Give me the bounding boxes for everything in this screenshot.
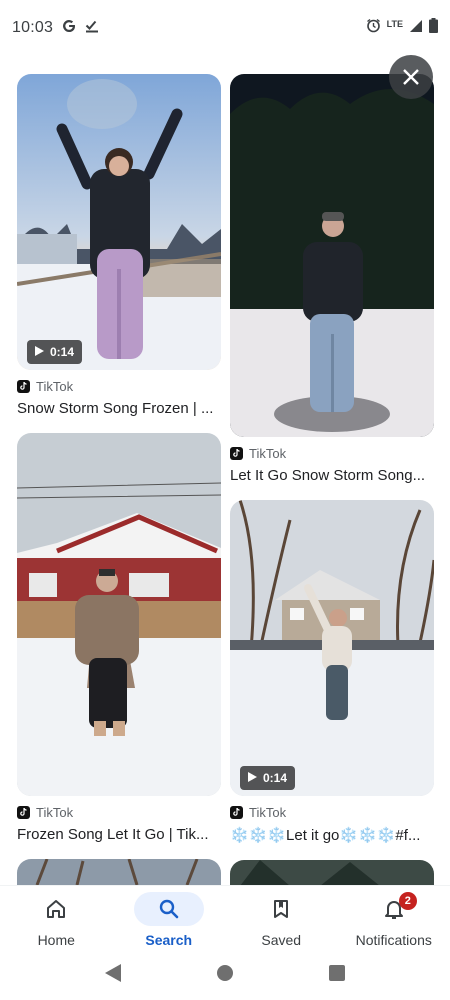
video-duration-badge: 0:14 — [240, 766, 296, 790]
result-source: TikTok — [230, 445, 434, 461]
results-column-right: TikTok Let It Go Snow Storm Song... 0:14 — [230, 74, 434, 902]
bottom-navigation: Home Search Saved 2 Notifications — [0, 885, 450, 950]
source-name: TikTok — [36, 378, 74, 394]
system-navigation-bar — [0, 950, 450, 1000]
close-icon — [403, 69, 419, 85]
tiktok-icon — [17, 805, 30, 819]
home-button[interactable] — [217, 964, 233, 986]
back-icon — [105, 963, 121, 982]
search-icon — [159, 899, 179, 919]
result-title[interactable]: ❄️❄️❄️Let it go❄️❄️❄️#f... — [230, 826, 434, 844]
nav-home-label: Home — [37, 932, 75, 948]
nav-notifications-label: Notifications — [355, 932, 432, 948]
result-source: TikTok — [230, 804, 434, 820]
result-card[interactable]: 0:14 TikTok Snow Storm Song Frozen | ... — [17, 74, 221, 417]
result-title[interactable]: Frozen Song Let It Go | Tik... — [17, 826, 221, 843]
tiktok-icon — [230, 446, 243, 460]
video-thumbnail[interactable] — [17, 433, 221, 796]
recents-icon — [329, 964, 345, 981]
recents-button[interactable] — [329, 964, 345, 986]
video-thumbnail[interactable] — [230, 74, 434, 437]
status-time: 10:03 — [12, 19, 54, 36]
video-thumbnail[interactable]: 0:14 — [17, 74, 221, 370]
result-card[interactable]: 0:14 TikTok ❄️❄️❄️Let it go❄️❄️❄️#f... — [230, 500, 434, 844]
nav-saved-label: Saved — [261, 932, 302, 948]
battery-icon — [429, 18, 438, 38]
nav-search[interactable]: Search — [113, 886, 226, 950]
play-icon — [35, 345, 44, 359]
duration-label: 0:14 — [50, 345, 75, 359]
tiktok-icon — [17, 379, 30, 393]
result-card[interactable]: TikTok Frozen Song Let It Go | Tik... — [17, 433, 221, 843]
nav-notifications[interactable]: 2 Notifications — [338, 886, 450, 950]
nav-home[interactable]: Home — [0, 886, 113, 950]
network-type: LTE — [386, 19, 403, 29]
video-duration-badge: 0:14 — [27, 340, 83, 364]
download-done-icon — [85, 19, 99, 38]
video-thumbnail[interactable] — [17, 859, 221, 885]
result-card[interactable]: TikTok Let It Go Snow Storm Song... — [230, 74, 434, 484]
home-circle-icon — [217, 964, 233, 981]
notification-badge: 2 — [398, 892, 417, 910]
result-source: TikTok — [17, 378, 221, 394]
result-card-partial[interactable] — [17, 859, 221, 885]
result-card-partial[interactable] — [230, 860, 434, 886]
video-thumbnail[interactable]: 0:14 — [230, 500, 434, 796]
source-name: TikTok — [249, 804, 287, 820]
play-icon — [248, 771, 257, 785]
duration-label: 0:14 — [263, 771, 288, 785]
result-source: TikTok — [17, 804, 221, 820]
status-bar: 10:03 LTE — [0, 0, 450, 56]
video-thumbnail[interactable] — [230, 860, 434, 886]
result-title[interactable]: Snow Storm Song Frozen | ... — [17, 400, 221, 417]
results-column-left: 0:14 TikTok Snow Storm Song Frozen | ... — [17, 74, 221, 901]
google-g-icon — [61, 18, 77, 39]
tiktok-icon — [230, 805, 243, 819]
bookmark-icon — [274, 900, 289, 918]
alarm-icon — [366, 18, 381, 38]
result-title[interactable]: Let It Go Snow Storm Song... — [230, 467, 434, 484]
home-icon — [47, 900, 66, 918]
signal-icon — [409, 19, 423, 38]
nav-search-label: Search — [145, 932, 193, 948]
back-button[interactable] — [105, 963, 121, 987]
nav-saved[interactable]: Saved — [225, 886, 338, 950]
source-name: TikTok — [36, 804, 74, 820]
source-name: TikTok — [249, 445, 287, 461]
close-button[interactable] — [389, 55, 433, 99]
